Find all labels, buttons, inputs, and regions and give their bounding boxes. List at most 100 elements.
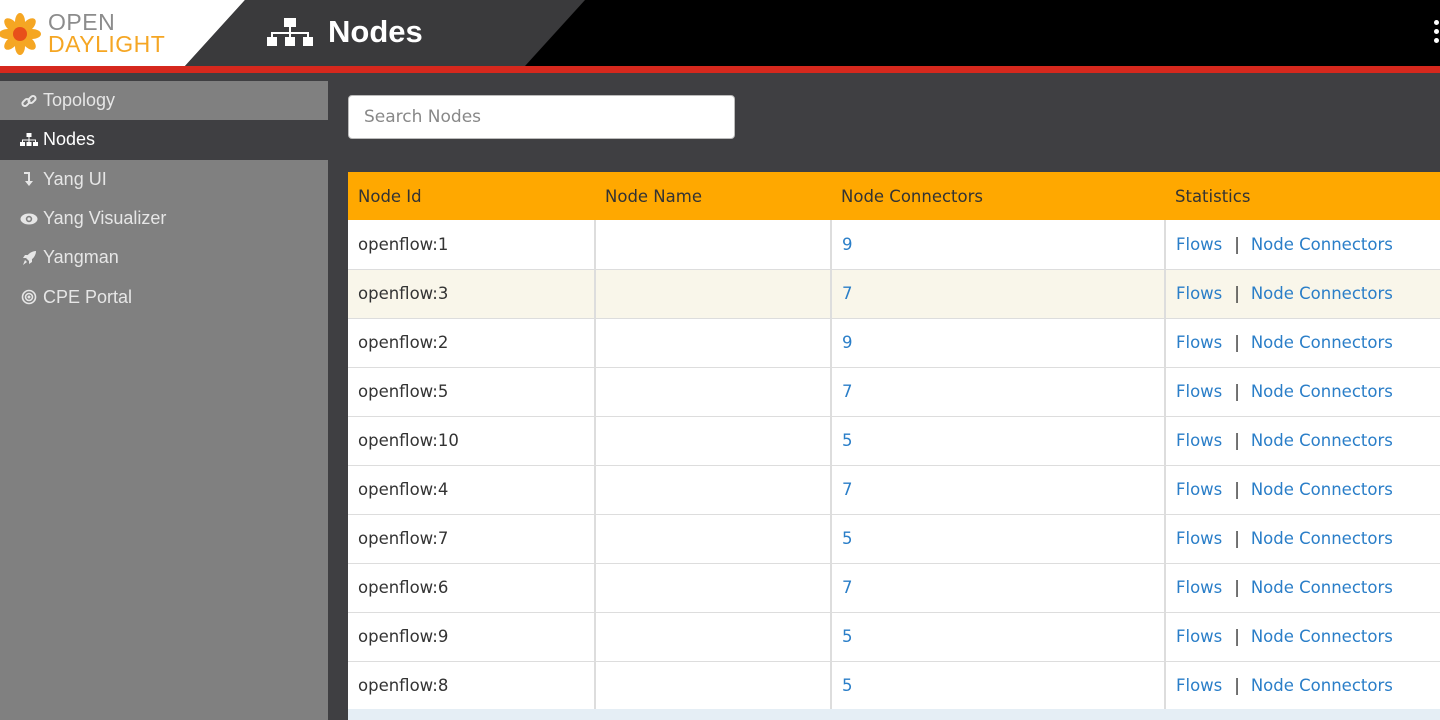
node-connectors-stats-link[interactable]: Node Connectors xyxy=(1251,235,1393,254)
node-id-cell: openflow:6 xyxy=(348,563,596,613)
logo-line-open: OPEN xyxy=(48,9,116,35)
node-connectors-count-link[interactable]: 9 xyxy=(842,235,853,254)
node-id-cell: openflow:5 xyxy=(348,367,596,417)
flows-link[interactable]: Flows xyxy=(1176,431,1222,450)
target-icon xyxy=(19,288,39,306)
sitemap-icon xyxy=(267,18,313,46)
sidebar-item-label: Nodes xyxy=(43,129,96,150)
node-connectors-cell: 7 xyxy=(831,465,1166,515)
table-row: openflow:4 7 Flows | Node Connectors xyxy=(348,465,1440,515)
statistics-cell: Flows | Node Connectors xyxy=(1165,367,1440,417)
node-connectors-count-link[interactable]: 5 xyxy=(842,431,853,450)
rocket-icon xyxy=(19,249,39,267)
statistics-cell: Flows | Node Connectors xyxy=(1165,612,1440,662)
column-header-node-id[interactable]: Node Id xyxy=(348,172,595,220)
node-id-cell: openflow:3 xyxy=(348,269,596,319)
column-header-node-connectors[interactable]: Node Connectors xyxy=(831,172,1165,220)
node-connectors-stats-link[interactable]: Node Connectors xyxy=(1251,578,1393,597)
table-row: openflow:7 5 Flows | Node Connectors xyxy=(348,514,1440,564)
separator: | xyxy=(1234,627,1240,646)
node-connectors-cell: 9 xyxy=(831,220,1166,270)
node-connectors-cell: 5 xyxy=(831,416,1166,466)
flows-link[interactable]: Flows xyxy=(1176,627,1222,646)
separator: | xyxy=(1234,529,1240,548)
node-connectors-cell: 5 xyxy=(831,612,1166,662)
separator: | xyxy=(1234,676,1240,695)
sidebar-item-yangman[interactable]: Yangman xyxy=(0,238,328,277)
table-header-row: Node Id Node Name Node Connectors Statis… xyxy=(348,172,1440,220)
node-name-cell xyxy=(595,318,832,368)
node-connectors-count-link[interactable]: 7 xyxy=(842,284,853,303)
flows-link[interactable]: Flows xyxy=(1176,333,1222,352)
sidebar-item-yang-ui[interactable]: Yang UI xyxy=(0,160,328,199)
statistics-cell: Flows | Node Connectors xyxy=(1165,514,1440,564)
node-id-cell: openflow:9 xyxy=(348,612,596,662)
search-input[interactable] xyxy=(348,95,735,139)
sidebar-item-topology[interactable]: Topology xyxy=(0,81,328,120)
table-footer-strip xyxy=(348,709,1440,720)
table-row: openflow:10 5 Flows | Node Connectors xyxy=(348,416,1440,466)
node-connectors-count-link[interactable]: 7 xyxy=(842,578,853,597)
node-connectors-count-link[interactable]: 7 xyxy=(842,480,853,499)
flows-link[interactable]: Flows xyxy=(1176,382,1222,401)
separator: | xyxy=(1234,333,1240,352)
node-connectors-stats-link[interactable]: Node Connectors xyxy=(1251,676,1393,695)
node-name-cell xyxy=(595,465,832,515)
node-connectors-cell: 7 xyxy=(831,367,1166,417)
main-content: Node Id Node Name Node Connectors Statis… xyxy=(328,81,1440,720)
node-connectors-stats-link[interactable]: Node Connectors xyxy=(1251,431,1393,450)
node-connectors-count-link[interactable]: 5 xyxy=(842,529,853,548)
node-connectors-cell: 5 xyxy=(831,514,1166,564)
node-name-cell xyxy=(595,367,832,417)
separator: | xyxy=(1234,234,1240,254)
node-name-cell xyxy=(595,661,832,711)
sidebar-item-nodes[interactable]: Nodes xyxy=(0,120,328,160)
node-connectors-count-link[interactable]: 9 xyxy=(842,333,853,352)
flows-link[interactable]: Flows xyxy=(1176,578,1222,597)
table-row: openflow:8 5 Flows | Node Connectors xyxy=(348,661,1440,711)
sidebar-item-label: Topology xyxy=(43,90,116,111)
flows-link[interactable]: Flows xyxy=(1176,235,1222,254)
sidebar-item-label: Yangman xyxy=(43,247,119,268)
node-connectors-count-link[interactable]: 5 xyxy=(842,627,853,646)
flows-link[interactable]: Flows xyxy=(1176,480,1222,499)
statistics-cell: Flows | Node Connectors xyxy=(1165,563,1440,613)
node-connectors-count-link[interactable]: 5 xyxy=(842,676,853,695)
node-connectors-stats-link[interactable]: Node Connectors xyxy=(1251,382,1393,401)
node-connectors-stats-link[interactable]: Node Connectors xyxy=(1251,480,1393,499)
statistics-cell: Flows | Node Connectors xyxy=(1165,661,1440,711)
node-name-cell xyxy=(595,220,832,270)
node-connectors-stats-link[interactable]: Node Connectors xyxy=(1251,333,1393,352)
table-row: openflow:3 7 Flows | Node Connectors xyxy=(348,269,1440,319)
sidebar-item-label: Yang UI xyxy=(43,168,107,189)
flows-link[interactable]: Flows xyxy=(1176,284,1222,303)
node-connectors-stats-link[interactable]: Node Connectors xyxy=(1251,529,1393,548)
node-name-cell xyxy=(595,612,832,662)
eye-icon xyxy=(19,210,39,228)
node-id-cell: openflow:2 xyxy=(348,318,596,368)
page-title: Nodes xyxy=(328,14,423,49)
separator: | xyxy=(1234,480,1240,499)
node-connectors-cell: 5 xyxy=(831,661,1166,711)
separator: | xyxy=(1234,578,1240,597)
flows-link[interactable]: Flows xyxy=(1176,676,1222,695)
column-header-node-name[interactable]: Node Name xyxy=(595,172,831,220)
sitemap-icon xyxy=(19,131,39,149)
more-menu-icon[interactable] xyxy=(1434,20,1440,47)
daylight-sun-icon xyxy=(0,13,41,55)
table-row: openflow:5 7 Flows | Node Connectors xyxy=(348,367,1440,417)
flows-link[interactable]: Flows xyxy=(1176,529,1222,548)
column-header-statistics[interactable]: Statistics xyxy=(1165,172,1440,220)
node-connectors-stats-link[interactable]: Node Connectors xyxy=(1251,284,1393,303)
separator: | xyxy=(1234,382,1240,401)
node-connectors-stats-link[interactable]: Node Connectors xyxy=(1251,627,1393,646)
sidebar-item-yang-visualizer[interactable]: Yang Visualizer xyxy=(0,199,328,238)
sidebar-item-cpe-portal[interactable]: CPE Portal xyxy=(0,277,328,316)
separator: | xyxy=(1234,284,1240,303)
logo-text: OPEN DAYLIGHT xyxy=(48,9,165,56)
node-connectors-count-link[interactable]: 7 xyxy=(842,382,853,401)
node-name-cell xyxy=(595,416,832,466)
node-name-cell xyxy=(595,563,832,613)
statistics-cell: Flows | Node Connectors xyxy=(1165,465,1440,515)
nodes-table: Node Id Node Name Node Connectors Statis… xyxy=(348,172,1440,711)
